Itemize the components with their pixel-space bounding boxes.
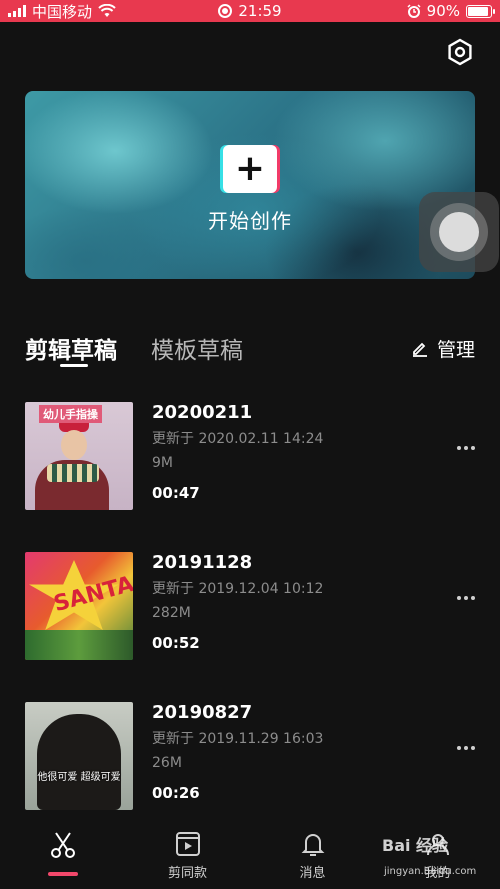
draft-info: 20200211 更新于 2020.02.11 14:24 9M 00:47: [152, 402, 323, 502]
tab-edit-drafts[interactable]: 剪辑草稿: [25, 331, 117, 365]
signal-icon: [8, 5, 26, 17]
battery-icon: [466, 4, 495, 18]
draft-duration: 00:47: [152, 484, 200, 502]
clock: 21:59: [238, 2, 282, 20]
thumb-caption: 幼儿手指操: [39, 405, 102, 423]
hero-center: + 开始创作: [25, 145, 475, 234]
alarm-icon: [407, 4, 421, 18]
nav-active-indicator: [47, 872, 78, 876]
draft-updated: 更新于 2020.02.11 14:24: [152, 431, 324, 447]
bell-icon: [301, 834, 324, 856]
nav-item-templates[interactable]: 剪同款: [125, 820, 250, 889]
more-options-icon[interactable]: [457, 746, 475, 750]
start-creation-banner[interactable]: + 开始创作: [25, 91, 475, 279]
plus-icon: +: [234, 148, 266, 189]
thumb-leaves: [25, 630, 133, 660]
draft-tabs: 剪辑草稿 模板草稿 管理: [25, 328, 475, 368]
screen-record-icon: [218, 4, 233, 18]
draft-size: 26M: [152, 755, 182, 771]
scissors-icon: [50, 832, 75, 858]
baidu-watermark: Bai 经验: [382, 836, 449, 855]
status-left: 中国移动: [8, 1, 116, 22]
tab-template-drafts[interactable]: 模板草稿: [151, 331, 243, 365]
battery-percent: 90%: [426, 2, 460, 20]
draft-updated: 更新于 2019.11.29 16:03: [152, 731, 324, 747]
nav-item-edit[interactable]: [0, 820, 125, 889]
draft-duration: 00:52: [152, 634, 200, 652]
settings-hexagon-icon[interactable]: [446, 38, 474, 66]
draft-title: 20190827: [152, 702, 253, 723]
draft-title: 20191128: [152, 552, 253, 573]
nav-label-templates: 剪同款: [167, 866, 207, 881]
draft-thumbnail: SANTA: [25, 552, 133, 660]
draft-size: 9M: [152, 455, 173, 471]
draft-item[interactable]: SANTA 20191128 更新于 2019.12.04 10:12 282M…: [25, 552, 475, 660]
draft-item[interactable]: 他很可爱 超级可爱 20190827 更新于 2019.11.29 16:03 …: [25, 702, 475, 810]
plus-button[interactable]: +: [223, 145, 277, 193]
carrier-label: 中国移动: [32, 2, 93, 21]
video-template-icon: [175, 832, 200, 856]
nav-item-messages[interactable]: 消息: [250, 820, 375, 889]
draft-updated: 更新于 2019.12.04 10:12: [152, 581, 324, 597]
draft-info: 20191128 更新于 2019.12.04 10:12 282M 00:52: [152, 552, 323, 652]
nav-label-messages: 消息: [299, 866, 326, 881]
thumb-sweater: [47, 464, 99, 482]
pencil-icon: [412, 342, 427, 357]
thumb-hair: [37, 714, 121, 810]
draft-info: 20190827 更新于 2019.11.29 16:03 26M 00:26: [152, 702, 323, 802]
thumb-head: [61, 430, 87, 460]
wifi-icon: [98, 4, 116, 17]
assistive-touch-button[interactable]: [419, 192, 499, 272]
draft-title: 20200211: [152, 402, 253, 423]
more-options-icon[interactable]: [457, 596, 475, 600]
status-bar: 中国移动 21:59 90%: [0, 0, 500, 22]
draft-item[interactable]: 幼儿手指操 20200211 更新于 2020.02.11 14:24 9M 0…: [25, 402, 475, 510]
baidu-watermark-url: jingyan.baidu.com: [384, 866, 477, 877]
status-right: 90%: [407, 2, 495, 20]
draft-size: 282M: [152, 605, 191, 621]
draft-thumbnail: 幼儿手指操: [25, 402, 133, 510]
start-creation-label: 开始创作: [208, 209, 292, 233]
draft-duration: 00:26: [152, 784, 200, 802]
manage-button[interactable]: 管理: [411, 335, 475, 362]
active-tab-indicator: [60, 364, 88, 367]
manage-label: 管理: [436, 338, 475, 361]
thumb-caption: 他很可爱 超级可爱: [37, 772, 121, 783]
assistive-touch-core: [439, 212, 479, 252]
assistive-touch-ring: [430, 203, 488, 261]
draft-thumbnail: 他很可爱 超级可爱: [25, 702, 133, 810]
more-options-icon[interactable]: [457, 446, 475, 450]
